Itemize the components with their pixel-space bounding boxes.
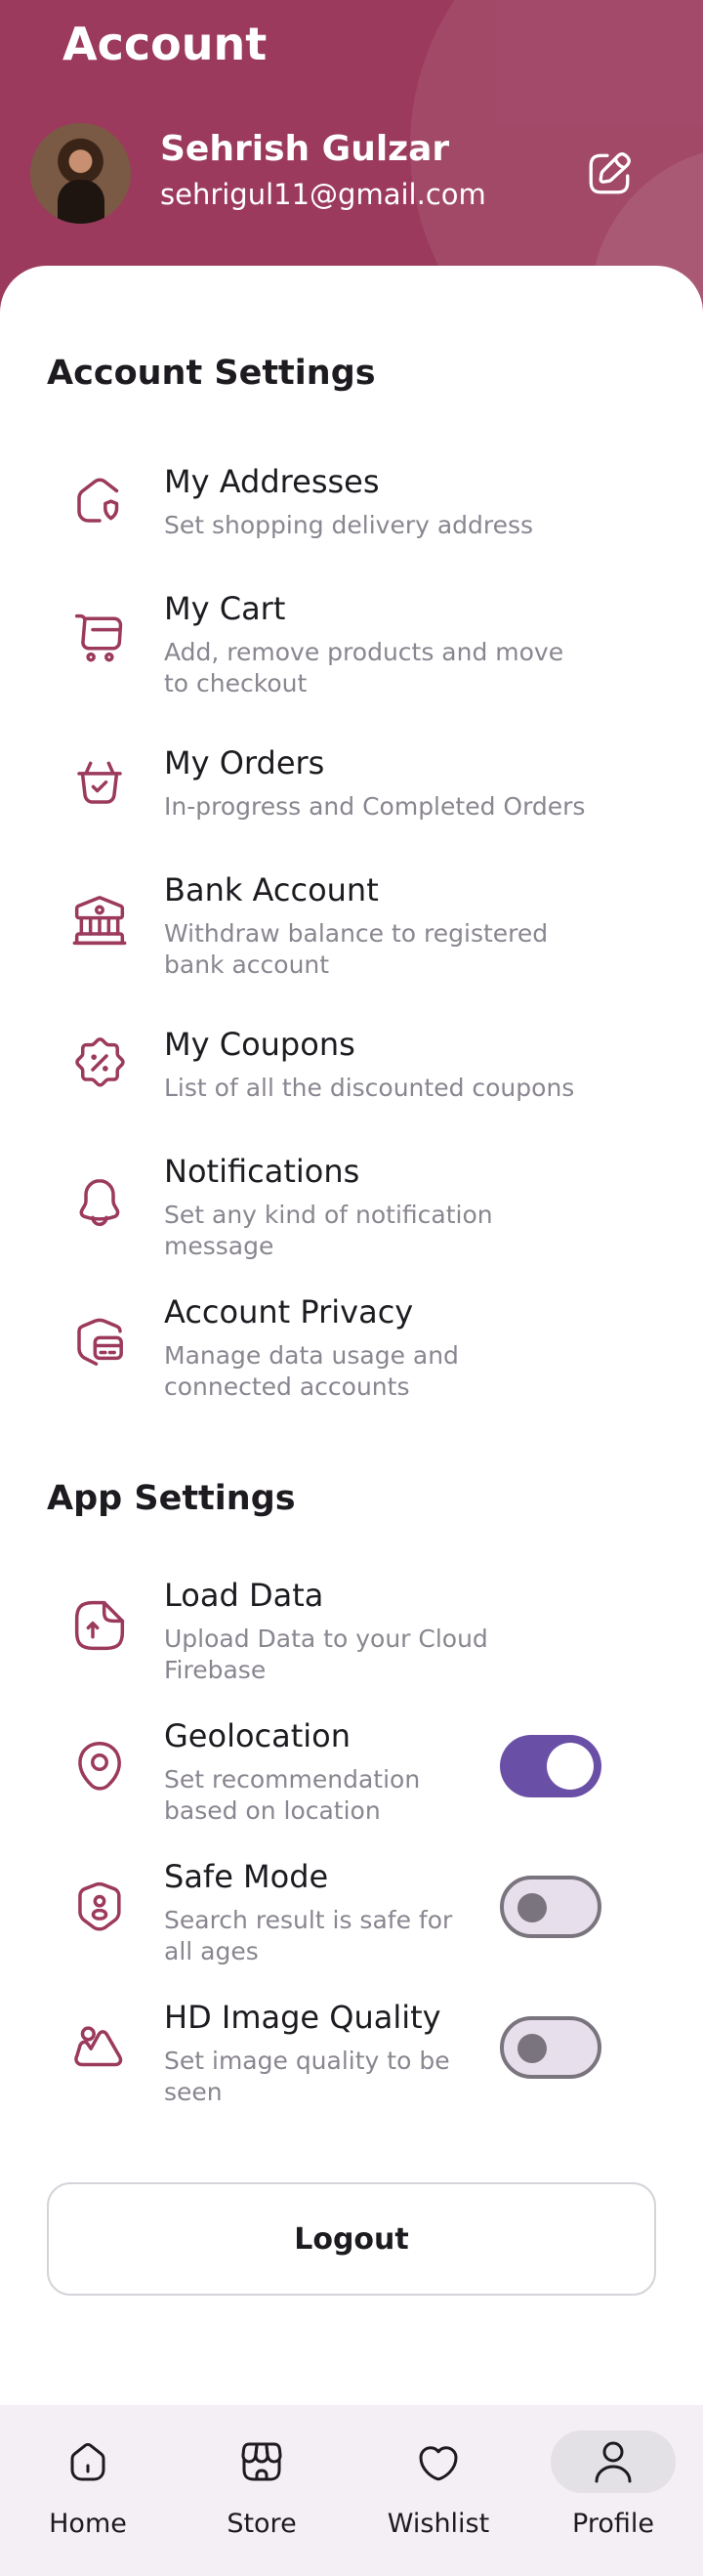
settings-item-label: Notifications [164, 1153, 360, 1190]
user-icon [595, 2441, 632, 2483]
nav-label: Store [227, 2509, 297, 2539]
settings-item-description: Withdraw balance to registered bank acco… [164, 919, 549, 979]
toggle-knob [517, 2034, 547, 2063]
bottom-navigation: Home Store Wishlist Profile [0, 2405, 703, 2576]
settings-item-bank-account[interactable]: Bank Account Withdraw balance to registe… [47, 871, 656, 989]
settings-item-geolocation[interactable]: Geolocation Set recommendation based on … [47, 1717, 656, 1835]
avatar[interactable] [30, 123, 131, 224]
document-upload-icon [74, 1600, 125, 1651]
settings-item-label: Bank Account [164, 871, 379, 908]
settings-item-description: Search result is safe for all ages [164, 1906, 453, 1965]
bank-icon [72, 896, 127, 946]
settings-item-hd-image-quality[interactable]: HD Image Quality Set image quality to be… [47, 1999, 656, 2116]
settings-item-label: My Coupons [164, 1026, 355, 1063]
heart-icon [419, 2446, 458, 2481]
settings-item-my-cart[interactable]: My Cart Add, remove products and move to… [47, 590, 656, 707]
settings-item-label: HD Image Quality [164, 1999, 441, 2036]
security-user-icon [78, 1881, 121, 1931]
home-shield-icon [77, 478, 119, 523]
settings-item-description: Manage data usage and connected accounts [164, 1341, 459, 1401]
toggle-knob [517, 1893, 547, 1922]
settings-item-label: My Addresses [164, 463, 380, 500]
settings-item-description: Upload Data to your Cloud Firebase [164, 1625, 488, 1684]
bell-icon [79, 1179, 120, 1227]
nav-icon-container [376, 2430, 501, 2493]
cart-icon [74, 613, 123, 662]
nav-icon-container [551, 2430, 676, 2493]
toggle-knob [547, 1743, 594, 1790]
settings-item-safe-mode[interactable]: Safe Mode Search result is safe for all … [47, 1858, 656, 1975]
settings-item-label: Safe Mode [164, 1858, 329, 1895]
settings-item-label: Geolocation [164, 1717, 352, 1754]
settings-item-description: Set any kind of notification message [164, 1201, 493, 1260]
app-settings-heading: App Settings [47, 1479, 296, 1518]
basket-check-icon [77, 761, 122, 804]
nav-icon-container [25, 2430, 150, 2493]
settings-item-label: My Orders [164, 744, 325, 781]
user-name: Sehrish Gulzar [160, 129, 450, 169]
hd-image-quality-toggle[interactable] [500, 2016, 601, 2079]
settings-item-description: Set image quality to be seen [164, 2047, 450, 2106]
settings-item-description: List of all the discounted coupons [164, 1074, 575, 1102]
settings-item-my-orders[interactable]: My Orders In-progress and Completed Orde… [47, 744, 656, 832]
image-icon [74, 2026, 123, 2067]
nav-item-profile[interactable]: Profile [525, 2430, 701, 2539]
nav-item-store[interactable]: Store [174, 2430, 350, 2539]
nav-label: Wishlist [387, 2509, 490, 2539]
settings-item-description: Add, remove products and move to checkou… [164, 638, 564, 697]
user-email: sehrigul11@gmail.com [160, 178, 486, 211]
home-icon [70, 2443, 105, 2481]
settings-item-load-data[interactable]: Load Data Upload Data to your Cloud Fire… [47, 1577, 656, 1694]
nav-label: Profile [572, 2509, 654, 2539]
nav-icon-container [199, 2430, 324, 2493]
geolocation-toggle[interactable] [500, 1735, 601, 1797]
settings-item-description: Set recommendation based on location [164, 1765, 421, 1825]
settings-item-description: In-progress and Completed Orders [164, 792, 586, 821]
settings-item-my-addresses[interactable]: My Addresses Set shopping delivery addre… [47, 463, 656, 551]
safe-mode-toggle[interactable] [500, 1876, 601, 1938]
logout-button[interactable]: Logout [47, 2182, 656, 2296]
settings-item-label: Account Privacy [164, 1293, 414, 1330]
settings-item-my-coupons[interactable]: My Coupons List of all the discounted co… [47, 1026, 656, 1114]
store-icon [241, 2442, 282, 2481]
security-card-icon [77, 1318, 123, 1366]
location-icon [78, 1742, 121, 1791]
nav-label: Home [49, 2509, 127, 2539]
edit-icon [589, 152, 631, 194]
edit-profile-button[interactable] [582, 147, 637, 201]
nav-item-wishlist[interactable]: Wishlist [351, 2430, 526, 2539]
settings-item-notifications[interactable]: Notifications Set any kind of notificati… [47, 1153, 656, 1270]
discount-icon [75, 1037, 125, 1087]
settings-item-label: My Cart [164, 590, 286, 627]
settings-item-label: Load Data [164, 1577, 324, 1614]
nav-item-home[interactable]: Home [0, 2430, 176, 2539]
settings-item-account-privacy[interactable]: Account Privacy Manage data usage and co… [47, 1293, 656, 1411]
account-settings-heading: Account Settings [47, 354, 376, 393]
settings-item-description: Set shopping delivery address [164, 511, 534, 539]
page-title: Account [62, 18, 268, 70]
